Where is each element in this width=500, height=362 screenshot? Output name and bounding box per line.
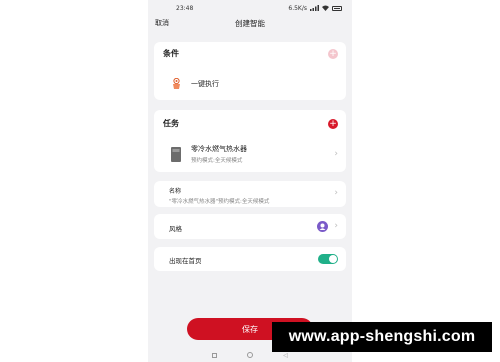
toggle-knob [329,255,337,263]
device-name: 零冷水燃气热水器 [191,145,247,153]
nav-recent-icon[interactable] [212,352,218,358]
chevron-right-icon: › [334,188,338,198]
home-toggle[interactable] [318,254,338,264]
home-card: 出现在首页 [154,247,346,271]
battery-icon [332,5,342,11]
add-condition-button[interactable]: + [328,48,338,59]
style-card[interactable]: 风格 › [154,214,346,239]
network-speed: 6.5K/s [288,4,307,12]
style-label: 风格 [169,225,182,233]
page-title: 创建智能 [235,18,265,28]
name-label: 名称 [169,188,182,195]
device-detail: 预约模式:全天候模式 [191,158,243,164]
status-bar: 23:48 6.5K/s [148,0,352,16]
home-label: 出现在首页 [169,257,202,265]
name-card[interactable]: 名称 "零冷水燃气热水器"预约模式:全天候模式 › [154,181,346,207]
nav-home-icon[interactable] [247,352,254,358]
task-device-row[interactable]: 零冷水燃气热水器 预约模式:全天候模式 › [171,144,338,164]
chevron-right-icon: › [334,221,338,231]
style-icon [317,221,329,232]
condition-item-label[interactable]: 一键执行 [191,79,219,89]
task-section-title: 任务 [163,119,179,128]
add-task-button[interactable]: + [328,118,338,129]
condition-card: 条件 + 一键执行 [154,42,346,100]
cancel-button[interactable]: 取消 [155,18,169,28]
status-time: 23:48 [176,4,194,12]
status-indicators: 6.5K/s [288,5,342,12]
wifi-icon [322,5,329,11]
watermark: www.app-shengshi.com [272,322,492,352]
hand-icon [173,78,180,89]
chevron-right-icon: › [334,148,338,159]
phone-screen: 23:48 6.5K/s 取消 创建智能 条件 + 一键执行 任务 + 零冷水燃… [148,0,352,362]
task-card: 任务 + 零冷水燃气热水器 预约模式:全天候模式 › [154,110,346,172]
condition-section-title: 条件 [163,49,179,58]
top-bar: 取消 创建智能 [148,16,352,30]
water-heater-icon [171,146,181,162]
name-value: "零冷水燃气热水器"预约模式:全天候模式 [169,199,270,205]
nav-back-icon[interactable]: ◁ [283,352,288,359]
signal-icon [310,5,319,11]
